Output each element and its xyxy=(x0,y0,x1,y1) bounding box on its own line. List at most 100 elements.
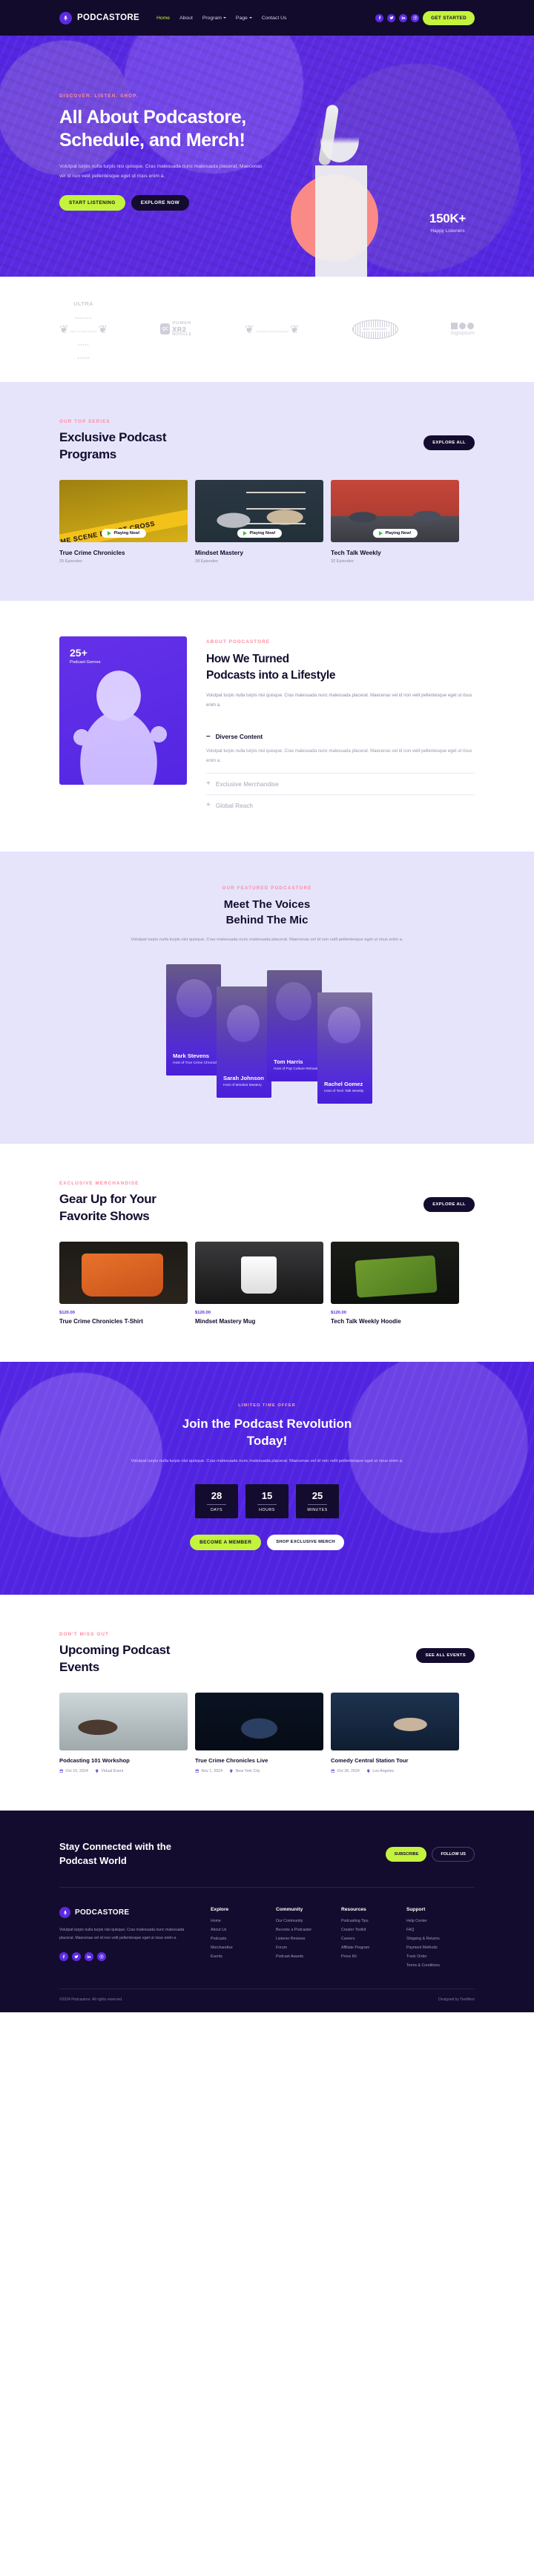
follow-us-button[interactable]: FOLLOW US xyxy=(432,1846,475,1862)
programs-header: OUR TOP SERIES Exclusive Podcast Program… xyxy=(59,419,475,464)
nav-item-home[interactable]: Home xyxy=(156,16,170,21)
see-all-events-button[interactable]: SEE ALL EVENTS xyxy=(416,1647,475,1663)
merch-explore-all-button[interactable]: EXPLORE ALL xyxy=(423,1196,475,1212)
footer-link[interactable]: Podcasts xyxy=(211,1937,257,1941)
event-location: Los Angeles xyxy=(366,1769,394,1773)
programs-explore-all-button[interactable]: EXPLORE ALL xyxy=(423,435,475,450)
tshirt-image xyxy=(59,1241,188,1304)
footer-link[interactable]: Payment Methods xyxy=(406,1946,452,1950)
program-card[interactable]: CRIME SCENE DO NOT CROSS Playing Now! Tr… xyxy=(59,479,188,564)
footer-newsletter: Stay Connected with the Podcast World SU… xyxy=(59,1840,475,1888)
nav-item-about[interactable]: About xyxy=(179,16,193,21)
merch-title-line2: Favorite Shows xyxy=(59,1208,150,1223)
merch-card[interactable]: $120.00 True Crime Chronicles T-Shirt xyxy=(59,1241,188,1325)
footer-link[interactable]: Forum xyxy=(276,1946,322,1950)
merch-header: EXCLUSIVE MERCHANDISE Gear Up for Your F… xyxy=(59,1181,475,1225)
footer-link[interactable]: Become a Podcaster xyxy=(276,1928,322,1932)
facebook-icon[interactable] xyxy=(375,13,384,22)
hero-content: DISCOVER. LISTEN. SHOP. All About Podcas… xyxy=(0,36,297,211)
accordion-header[interactable]: – Diverse Content xyxy=(206,733,475,741)
host-card[interactable]: Mark Stevens Host of True Crime Chronicl… xyxy=(166,963,221,1075)
explore-now-button[interactable]: EXPLORE NOW xyxy=(131,194,190,211)
programs-title-line1: Exclusive Podcast xyxy=(59,430,167,444)
program-card[interactable]: Playing Now! Mindset Mastery 18 Episodes xyxy=(195,479,323,564)
merch-card[interactable]: $120.00 Tech Talk Weekly Hoodie xyxy=(331,1241,459,1325)
nav-item-program[interactable]: Program xyxy=(202,16,226,21)
accordion-item-exclusive-merchandise[interactable]: + Exclusive Merchandise xyxy=(206,772,475,794)
host-role: Host of True Crime Chronicles xyxy=(173,1061,221,1065)
footer-link[interactable]: About Us xyxy=(211,1928,257,1932)
event-name: Comedy Central Station Tour xyxy=(331,1756,409,1764)
footer-link[interactable]: Creator Toolkit xyxy=(341,1928,387,1932)
become-a-member-button[interactable]: BECOME A MEMBER xyxy=(190,1534,262,1550)
twitter-icon[interactable] xyxy=(72,1952,81,1962)
footer-link[interactable]: Press Kit xyxy=(341,1954,387,1959)
merch-card[interactable]: $120.00 Mindset Mastery Mug xyxy=(195,1241,323,1325)
about-badge: 25+ Podcast Genres xyxy=(70,647,101,665)
program-card[interactable]: Playing Now! Tech Talk Weekly 32 Episode… xyxy=(331,479,459,564)
footer-link[interactable]: Events xyxy=(211,1954,257,1959)
hosts-title-line2: Behind The Mic xyxy=(225,914,309,927)
event-card[interactable]: True Crime Chronicles Live Nov 1, 2024 N… xyxy=(195,1692,323,1773)
hoodie-image xyxy=(331,1241,459,1304)
start-listening-button[interactable]: START LISTENING xyxy=(59,194,125,211)
footer-link[interactable]: Track Order xyxy=(406,1954,452,1959)
playing-now-badge[interactable]: Playing Now! xyxy=(237,528,282,538)
host-card[interactable]: Tom Harris Host of Pop Culture Reloaded xyxy=(267,969,322,1081)
footer-link[interactable]: Merchandise xyxy=(211,1946,257,1950)
program-name: Tech Talk Weekly xyxy=(331,548,381,556)
accordion-header[interactable]: + Global Reach xyxy=(206,801,475,809)
playing-now-badge[interactable]: Playing Now! xyxy=(372,528,418,538)
cta-title-line1: Join the Podcast Revolution xyxy=(182,1416,352,1431)
instagram-icon[interactable] xyxy=(97,1952,106,1962)
footer-link[interactable]: Careers xyxy=(341,1937,387,1941)
footer-link[interactable]: Home xyxy=(211,1919,257,1923)
host-card[interactable]: Sarah Johnson Host of Mindset Mastery xyxy=(217,986,271,1098)
get-started-button[interactable]: GET STARTED xyxy=(423,10,475,25)
nav-item-page[interactable]: Page xyxy=(236,16,252,21)
accordion-item-diverse-content[interactable]: – Diverse Content Volutpat turpis nulla … xyxy=(206,726,475,772)
about-eyebrow: ABOUT PODCASTORE xyxy=(206,639,271,645)
footer-link[interactable]: Podcasting Tips xyxy=(341,1919,387,1923)
ultra-logo-bottom: WINNER xyxy=(77,357,90,360)
hosts-eyebrow: OUR FEATURED PODCASTORE xyxy=(222,885,312,891)
program-episodes: 25 Episodes xyxy=(59,559,82,564)
nav-item-contact-us[interactable]: Contact Us xyxy=(262,16,287,21)
accordion-item-global-reach[interactable]: + Global Reach xyxy=(206,794,475,816)
footer-link[interactable]: Help Center xyxy=(406,1919,452,1923)
footer-column-explore: Explore Home About Us Podcasts Merchandi… xyxy=(211,1907,257,1972)
brand-logo-group[interactable]: PODCASTORE xyxy=(59,11,139,24)
cta-title: Join the Podcast Revolution Today! xyxy=(59,1415,475,1451)
linkedin-icon[interactable] xyxy=(85,1952,93,1962)
about-description: Volutpat turpis nulla turpis nisi quisqu… xyxy=(206,694,472,708)
footer-link[interactable]: Our Community xyxy=(276,1919,322,1923)
twitter-icon[interactable] xyxy=(387,13,396,22)
facebook-icon[interactable] xyxy=(59,1952,68,1962)
footer-link[interactable]: Affiliate Program xyxy=(341,1946,387,1950)
event-location-text: Los Angeles xyxy=(372,1768,395,1773)
hero-person-image xyxy=(282,104,393,277)
subscribe-button[interactable]: SUBSCRIBE xyxy=(386,1846,427,1862)
event-card[interactable]: Podcasting 101 Workshop Oct 15, 2024 Vir… xyxy=(59,1692,188,1773)
footer-link[interactable]: FAQ xyxy=(406,1928,452,1932)
playing-now-badge[interactable]: Playing Now! xyxy=(101,528,146,538)
linkedin-icon[interactable] xyxy=(399,13,408,22)
footer-link[interactable]: Listener Reviews xyxy=(276,1937,322,1941)
event-date-text: Oct 15, 2024 xyxy=(65,1768,88,1773)
instagram-icon[interactable] xyxy=(411,13,420,22)
calendar-icon xyxy=(195,1769,199,1773)
program-name: True Crime Chronicles xyxy=(59,548,125,556)
countdown-days-value: 28 xyxy=(211,1489,222,1501)
footer-link[interactable]: Terms & Conditions xyxy=(406,1963,452,1968)
host-card[interactable]: Rachel Gomez Host of Tech Talk Weekly xyxy=(317,992,372,1104)
accordion-header[interactable]: + Exclusive Merchandise xyxy=(206,780,475,788)
footer-link[interactable]: Shipping & Returns xyxy=(406,1937,452,1941)
shop-exclusive-merch-button[interactable]: SHOP EXCLUSIVE MERCH xyxy=(267,1534,344,1550)
host-meta: Tom Harris Host of Pop Culture Reloaded xyxy=(274,1058,321,1071)
footer-link[interactable]: Podcast Awards xyxy=(276,1954,322,1959)
nav-label: About xyxy=(179,15,193,21)
nav-label: Home xyxy=(156,15,171,21)
footer-brand[interactable]: PODCASTORE xyxy=(59,1907,191,1919)
event-card[interactable]: Comedy Central Station Tour Oct 28, 2024… xyxy=(331,1692,459,1773)
event-date-text: Oct 28, 2024 xyxy=(337,1768,360,1773)
